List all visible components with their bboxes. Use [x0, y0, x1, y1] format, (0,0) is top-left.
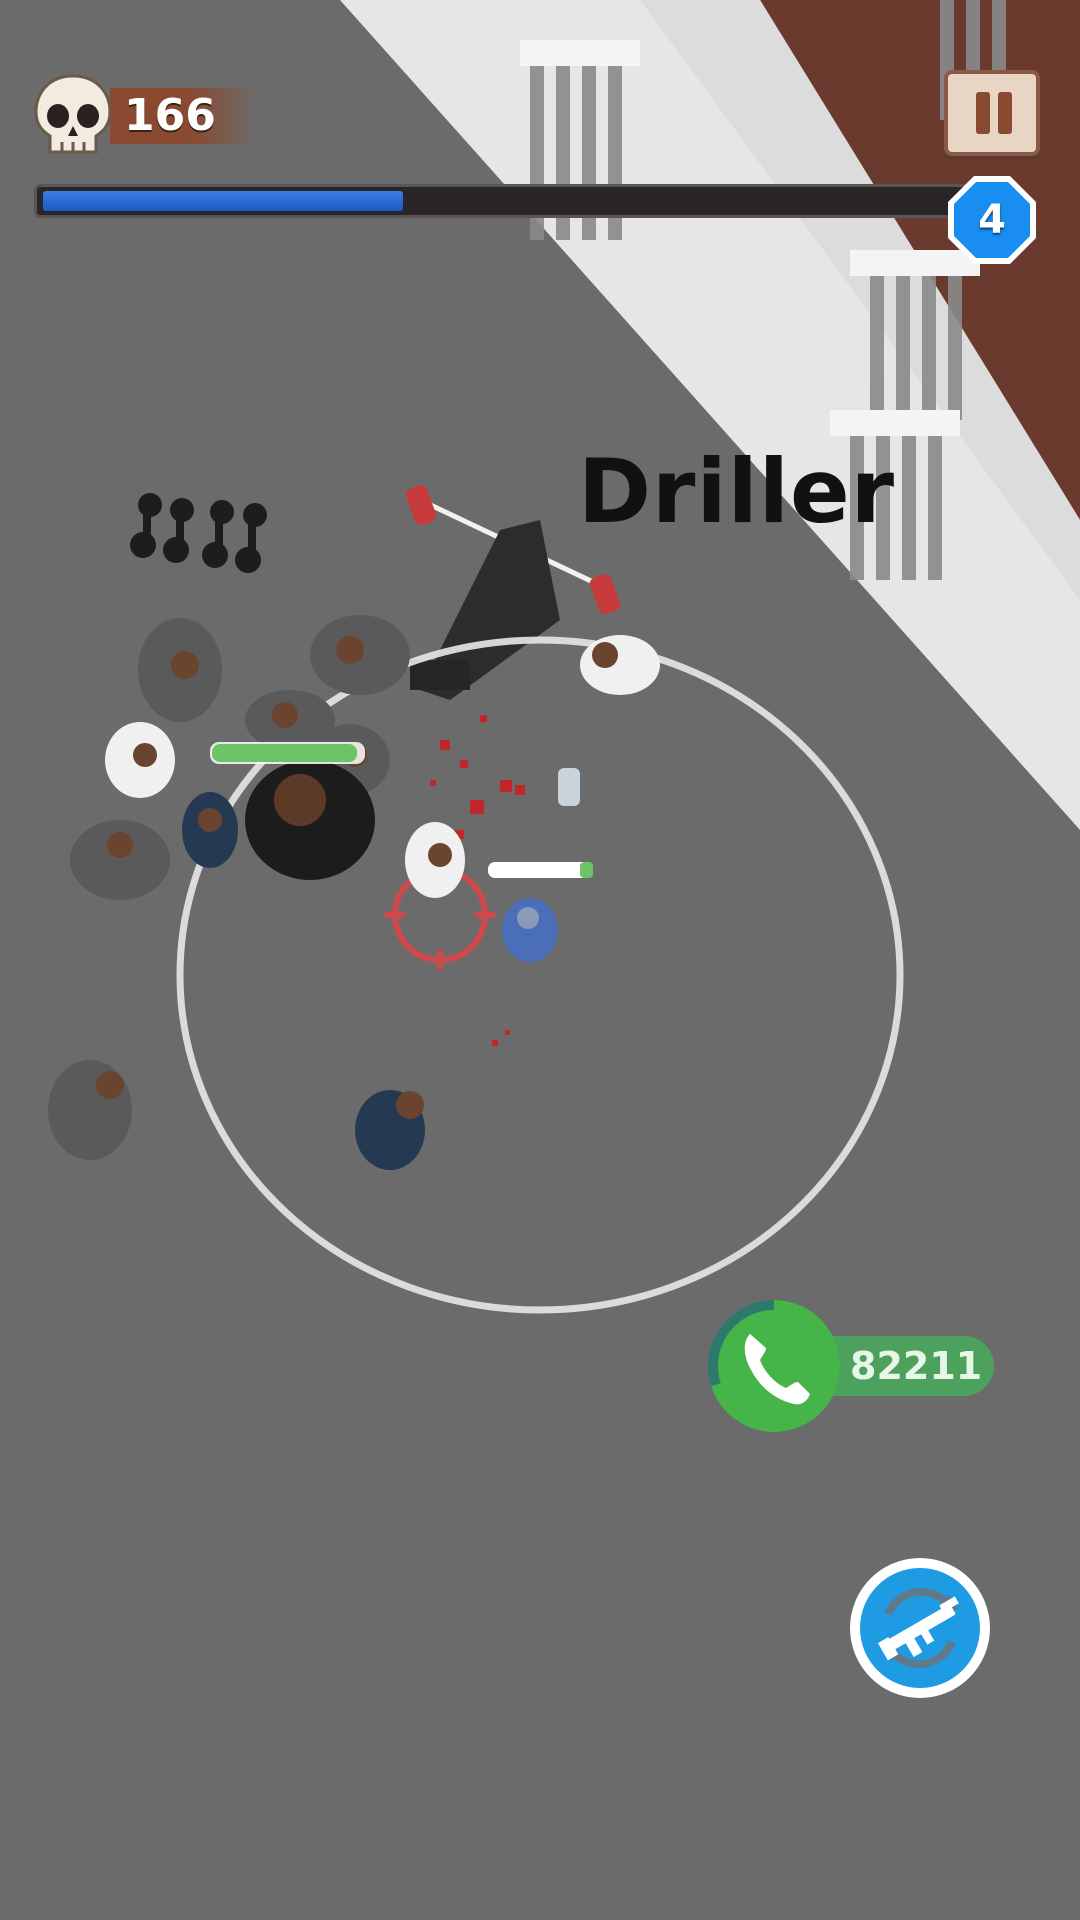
level-progress-bar — [34, 178, 994, 228]
skull-icon — [34, 74, 112, 154]
pause-button[interactable] — [944, 70, 1040, 156]
progress-track — [34, 184, 974, 218]
phone-call-button[interactable]: 82211 — [704, 1296, 994, 1436]
level-badge: 4 — [944, 172, 1040, 268]
progress-fill — [43, 191, 403, 211]
kill-count: 166 — [124, 90, 216, 141]
cash-amount: 82211 — [850, 1344, 983, 1388]
kill-counter: 166 — [28, 70, 258, 160]
weapon-swap-button[interactable] — [848, 1556, 992, 1700]
level-number: 4 — [978, 197, 1006, 243]
phone-icon — [708, 1300, 840, 1432]
enemy-name-label: Driller — [578, 440, 896, 543]
water-bottle — [558, 768, 580, 806]
rifle-swap-icon — [850, 1558, 990, 1698]
